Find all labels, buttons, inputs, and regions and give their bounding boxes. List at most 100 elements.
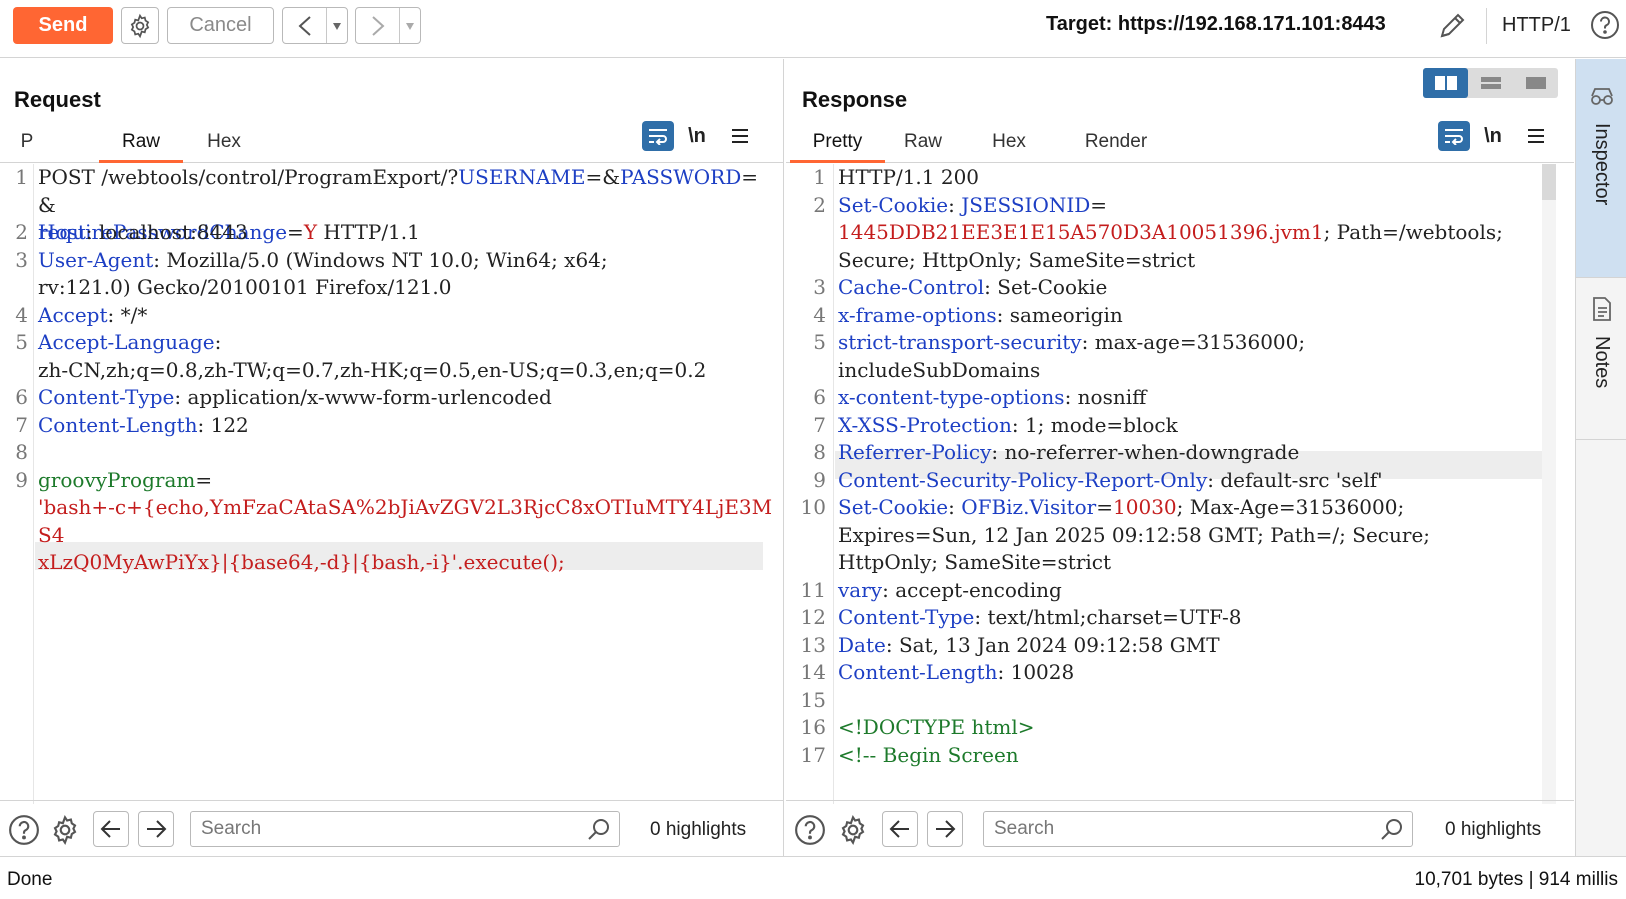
code-text: Content-Length: 122 xyxy=(38,412,249,437)
request-pane: Request P Raw Hex \n 1 POST /webtools/con… xyxy=(0,59,784,856)
line-number: 8 xyxy=(813,440,826,464)
search-previous-button[interactable] xyxy=(882,811,918,847)
line-number: 4 xyxy=(813,302,826,327)
code-text: Host: localhost:8443 xyxy=(38,220,248,244)
http-version-selector[interactable]: HTTP/1 xyxy=(1502,14,1571,37)
search-next-button[interactable] xyxy=(138,811,174,847)
chevron-right-icon xyxy=(371,15,384,36)
gear-icon xyxy=(53,814,77,846)
sidebar-item-inspector[interactable]: Inspector xyxy=(1576,59,1626,277)
edit-target-button[interactable] xyxy=(1433,7,1471,45)
back-history-dropdown[interactable] xyxy=(327,21,347,31)
tab-raw[interactable]: Raw xyxy=(99,131,183,163)
chevron-down-icon xyxy=(406,22,414,30)
code-text: x-frame-options: sameorigin xyxy=(838,302,1123,327)
show-newlines-button[interactable]: \n xyxy=(1470,125,1516,148)
columns-icon xyxy=(1434,76,1457,90)
code-text: Content-Length: 10028 xyxy=(838,660,1075,684)
tab-hex[interactable]: Hex xyxy=(983,131,1035,163)
search-icon xyxy=(1381,819,1402,840)
help-button[interactable] xyxy=(1588,8,1622,42)
cancel-button[interactable]: Cancel xyxy=(167,7,274,44)
line-number: 9 xyxy=(15,467,28,492)
line-number: 9 xyxy=(813,467,826,492)
line-number: 14 xyxy=(800,660,826,684)
response-search-field[interactable] xyxy=(983,811,1413,847)
request-search-field[interactable] xyxy=(190,811,620,847)
line-number: 4 xyxy=(15,302,28,327)
back-button[interactable] xyxy=(283,8,327,43)
wrap-lines-button[interactable] xyxy=(642,121,674,151)
line-number: 1 xyxy=(15,165,28,189)
line-number: 1 xyxy=(813,165,826,189)
search-settings-button[interactable] xyxy=(836,813,870,847)
sidebar-divider xyxy=(1576,439,1626,440)
line-number: 6 xyxy=(15,385,28,409)
back-button-group[interactable] xyxy=(282,7,348,44)
line-number: 3 xyxy=(813,275,826,299)
code-text: HTTP/1.1 200 xyxy=(838,165,980,189)
line-number: 2 xyxy=(813,192,826,217)
line-number: 13 xyxy=(800,632,826,657)
tab-render[interactable]: Render xyxy=(1076,131,1156,163)
request-search-bar: 0 highlights xyxy=(0,800,783,856)
send-button[interactable]: Send xyxy=(13,7,113,44)
settings-button[interactable] xyxy=(121,7,159,44)
code-text: x-content-type-options: nosniff xyxy=(838,385,1147,409)
tab-pretty[interactable]: Pretty xyxy=(790,131,885,163)
help-icon xyxy=(9,815,39,845)
notes-label: Notes xyxy=(1591,336,1613,389)
rows-icon xyxy=(1480,77,1501,89)
line-number: 6 xyxy=(813,385,826,409)
request-editor[interactable]: 1 POST /webtools/control/ProgramExport/?U… xyxy=(0,164,783,804)
gear-icon xyxy=(841,814,865,846)
line-number: 15 xyxy=(800,687,826,712)
code-text: Content-Security-Policy-Report-Only: def… xyxy=(838,467,1383,492)
wrap-lines-button[interactable] xyxy=(1438,121,1470,151)
tab-hex[interactable]: Hex xyxy=(198,131,250,163)
line-number: 11 xyxy=(800,577,826,602)
target-label: Target: https://192.168.171.101:8443 xyxy=(1046,13,1386,35)
search-next-button[interactable] xyxy=(927,811,963,847)
search-help-button[interactable] xyxy=(7,813,41,847)
editor-menu-button[interactable] xyxy=(1516,128,1556,144)
layout-toggle xyxy=(1423,68,1558,98)
show-newlines-button[interactable]: \n xyxy=(674,125,720,148)
code-text: <!-- Begin Screen xyxy=(838,742,1019,767)
tab-pretty-collapsed[interactable]: P xyxy=(20,131,34,163)
forward-button-group[interactable] xyxy=(355,7,421,44)
arrow-left-icon xyxy=(889,820,909,838)
editor-menu-button[interactable] xyxy=(720,128,760,144)
status-bar: Done 10,701 bytes | 914 millis xyxy=(0,856,1626,899)
line-number: 3 xyxy=(15,247,28,272)
response-scrollbar[interactable] xyxy=(1542,164,1556,804)
scroll-thumb[interactable] xyxy=(1542,164,1556,200)
response-search-input[interactable] xyxy=(984,812,1348,846)
forward-history-dropdown[interactable] xyxy=(400,21,420,31)
tab-raw[interactable]: Raw xyxy=(893,131,953,163)
right-sidebar: Inspector Notes xyxy=(1575,59,1626,856)
search-previous-button[interactable] xyxy=(93,811,129,847)
sidebar-item-notes[interactable]: Notes xyxy=(1576,278,1626,438)
code-text: Accept-Language: zh-CN,zh;q=0.8,zh-TW;q=0… xyxy=(38,330,707,382)
status-text: Done xyxy=(7,869,53,890)
forward-button[interactable] xyxy=(356,8,400,43)
highlights-count: 0 highlights xyxy=(650,819,747,840)
search-settings-button[interactable] xyxy=(48,813,82,847)
response-editor[interactable]: 1 HTTP/1.1 200 2 Set-Cookie: JSESSIONID= 144… xyxy=(786,164,1574,804)
notes-icon xyxy=(1592,297,1611,321)
code-text: Set-Cookie: OFBiz.Visitor=10030; Max-Age… xyxy=(838,495,1431,574)
request-search-input[interactable] xyxy=(191,812,555,846)
layout-side-by-side-button[interactable] xyxy=(1423,68,1468,98)
search-help-button[interactable] xyxy=(793,813,827,847)
line-number: 8 xyxy=(15,440,28,464)
word-wrap-icon xyxy=(1445,129,1463,145)
top-toolbar: Send Cancel Target: https://192.168.171.… xyxy=(0,0,1626,58)
toolbar-divider xyxy=(1486,8,1487,44)
line-number: 12 xyxy=(800,605,826,629)
layout-stacked-button[interactable] xyxy=(1468,68,1513,98)
line-number: 17 xyxy=(800,742,826,767)
code-text: Referrer-Policy: no-referrer-when-downgr… xyxy=(838,440,1300,464)
layout-single-button[interactable] xyxy=(1513,68,1558,98)
code-text: Set-Cookie: JSESSIONID= 1445DDB21EE3E1E15… xyxy=(838,192,1503,272)
